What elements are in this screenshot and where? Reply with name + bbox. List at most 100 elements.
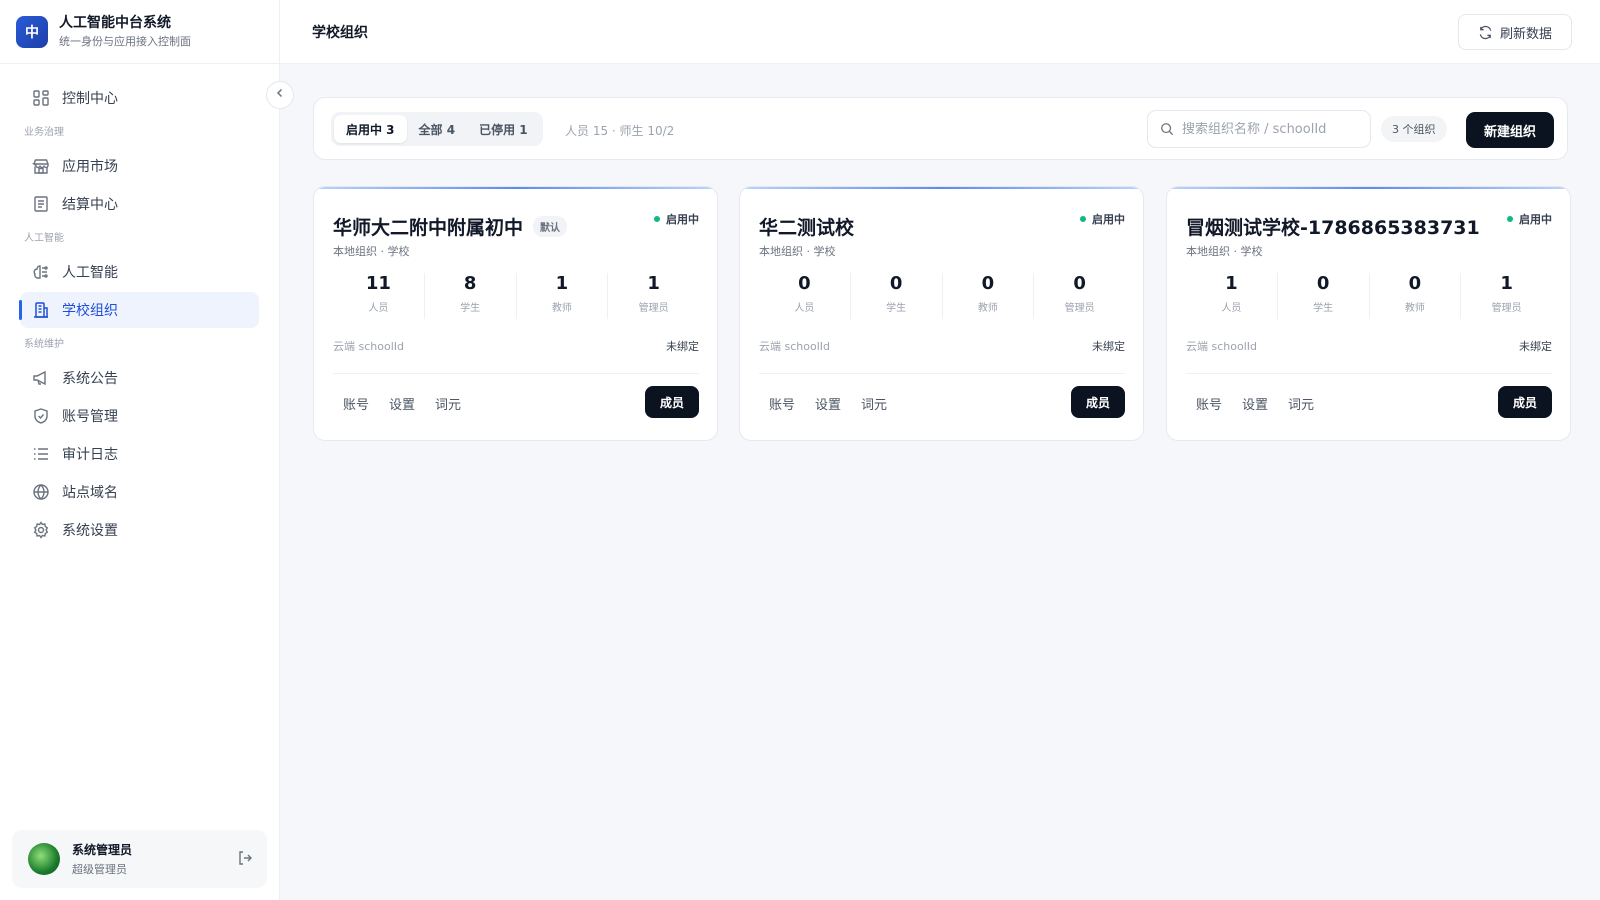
stat-label: 管理员 bbox=[638, 303, 669, 314]
search-icon bbox=[1161, 123, 1174, 136]
org-card: 华二测试校 启用中 本地组织 · 学校 0 人员 0 学生 0 教师 0 管理员 云端 … bbox=[739, 186, 1144, 441]
members-button[interactable]: 成员 bbox=[1498, 386, 1552, 418]
status-dot-icon bbox=[654, 216, 660, 222]
org-name: 华师大二附中附属初中 默认 bbox=[333, 213, 568, 240]
stat-teachers: 1 教师 bbox=[517, 273, 609, 319]
accounts-link[interactable]: 账号 bbox=[333, 391, 379, 421]
status-badge: 启用中 bbox=[1080, 211, 1125, 227]
new-org-button[interactable]: 新建组织 bbox=[1466, 112, 1554, 148]
brain-icon bbox=[32, 263, 50, 281]
org-stats: 1 人员 0 学生 0 教师 1 管理员 bbox=[1186, 273, 1552, 319]
org-name: 冒烟测试学校-1786865383731 bbox=[1186, 213, 1480, 240]
accounts-link[interactable]: 账号 bbox=[759, 391, 805, 421]
document-icon bbox=[32, 195, 50, 213]
tab-disabled[interactable]: 已停用 1 bbox=[467, 115, 540, 143]
stat-value: 0 bbox=[889, 273, 903, 294]
org-name-text: 华二测试校 bbox=[759, 217, 855, 239]
settings-link[interactable]: 设置 bbox=[805, 391, 851, 421]
shield-icon bbox=[32, 407, 50, 425]
sidebar-nav: 控制中心 业务治理 应用市场 结算中心 人工智能 人工智能 学校组织 系统维护 … bbox=[0, 64, 279, 548]
top-header: 学校组织 刷新数据 bbox=[280, 0, 1600, 64]
sidebar-item-dashboard[interactable]: 控制中心 bbox=[20, 80, 259, 116]
list-icon bbox=[32, 445, 50, 463]
logout-icon[interactable] bbox=[237, 850, 253, 870]
refresh-label: 刷新数据 bbox=[1499, 26, 1552, 42]
user-name: 系统管理员 bbox=[72, 843, 133, 857]
settings-link[interactable]: 设置 bbox=[379, 391, 425, 421]
stat-label: 管理员 bbox=[1491, 303, 1522, 314]
gear-icon bbox=[32, 521, 50, 539]
sidebar-item-settings[interactable]: 系统设置 bbox=[20, 512, 259, 548]
card-actions: 账号 设置 词元 bbox=[759, 391, 897, 421]
sidebar-item-label: 站点域名 bbox=[62, 485, 118, 501]
app-subtitle: 统一身份与应用接入控制面 bbox=[59, 34, 191, 48]
sidebar-item-app-market[interactable]: 应用市场 bbox=[20, 148, 259, 184]
org-card: 冒烟测试学校-1786865383731 启用中 本地组织 · 学校 1 人员 0… bbox=[1166, 186, 1571, 441]
sidebar-item-ai[interactable]: 人工智能 bbox=[20, 254, 259, 290]
building-icon bbox=[32, 301, 50, 319]
school-id-row: 云端 schoolId 未绑定 bbox=[759, 338, 1125, 354]
stat-value: 0 bbox=[798, 273, 811, 294]
refresh-button[interactable]: 刷新数据 bbox=[1458, 14, 1572, 50]
stat-teachers: 0 教师 bbox=[943, 273, 1035, 319]
sidebar-item-label: 结算中心 bbox=[62, 197, 118, 213]
stat-label: 教师 bbox=[977, 303, 998, 314]
stat-value: 1 bbox=[1225, 273, 1238, 294]
org-type: 本地组织 · 学校 bbox=[759, 245, 836, 258]
tab-enabled[interactable]: 启用中 3 bbox=[334, 115, 407, 143]
stat-people: 0 人员 bbox=[759, 273, 851, 319]
sidebar-item-billing[interactable]: 结算中心 bbox=[20, 186, 259, 222]
status-label: 启用中 bbox=[666, 213, 699, 226]
members-button[interactable]: 成员 bbox=[1071, 386, 1125, 418]
stat-label: 教师 bbox=[551, 303, 572, 314]
sidebar: 中 人工智能中台系统 统一身份与应用接入控制面 控制中心 业务治理 应用市场 结… bbox=[0, 0, 280, 900]
school-id-label: 云端 schoolId bbox=[333, 340, 404, 353]
org-count-badge: 3 个组织 bbox=[1381, 116, 1447, 142]
sidebar-item-label: 控制中心 bbox=[62, 91, 118, 107]
nav-section-ai: 人工智能 bbox=[24, 233, 64, 244]
status-badge: 启用中 bbox=[1507, 211, 1552, 227]
sidebar-item-label: 系统设置 bbox=[62, 523, 118, 539]
collapse-sidebar-button[interactable] bbox=[266, 81, 294, 109]
chevron-left-icon bbox=[274, 87, 286, 103]
app-logo: 中 bbox=[16, 15, 48, 48]
stat-people: 1 人员 bbox=[1186, 273, 1278, 319]
stat-value: 8 bbox=[463, 273, 477, 294]
org-stats: 11 人员 8 学生 1 教师 1 管理员 bbox=[333, 273, 699, 319]
sidebar-item-audit-log[interactable]: 审计日志 bbox=[20, 436, 259, 472]
megaphone-icon bbox=[32, 369, 50, 387]
globe-icon bbox=[32, 483, 50, 501]
nav-section-system: 系统维护 bbox=[24, 339, 64, 350]
search-box[interactable] bbox=[1147, 110, 1371, 148]
stat-label: 人员 bbox=[1221, 303, 1242, 314]
org-name: 华二测试校 bbox=[759, 213, 854, 240]
search-input[interactable] bbox=[1182, 121, 1362, 137]
settings-link[interactable]: 设置 bbox=[1232, 391, 1278, 421]
nav-section-business: 业务治理 bbox=[24, 127, 64, 138]
stat-value: 0 bbox=[1073, 273, 1086, 294]
filter-toolbar: 启用中 3 全部 4 已停用 1 人员 15 · 师生 10/2 3 个组织 新… bbox=[313, 97, 1568, 160]
stat-label: 管理员 bbox=[1064, 303, 1095, 314]
school-id-value: 未绑定 bbox=[666, 340, 699, 353]
stat-students: 0 学生 bbox=[1278, 273, 1370, 319]
sidebar-item-label: 账号管理 bbox=[62, 409, 118, 425]
tokens-link[interactable]: 词元 bbox=[851, 391, 897, 421]
stat-value: 11 bbox=[365, 273, 391, 294]
sidebar-item-school-org[interactable]: 学校组织 bbox=[19, 292, 259, 328]
sidebar-item-announcements[interactable]: 系统公告 bbox=[20, 360, 259, 396]
stat-admins: 1 管理员 bbox=[608, 273, 699, 319]
sidebar-item-label: 应用市场 bbox=[62, 159, 118, 175]
tab-all[interactable]: 全部 4 bbox=[407, 115, 468, 143]
tokens-link[interactable]: 词元 bbox=[425, 391, 471, 421]
sidebar-item-domains[interactable]: 站点域名 bbox=[20, 474, 259, 510]
accounts-link[interactable]: 账号 bbox=[1186, 391, 1232, 421]
stat-label: 学生 bbox=[1313, 303, 1334, 314]
sidebar-item-accounts[interactable]: 账号管理 bbox=[20, 398, 259, 434]
store-icon bbox=[32, 157, 50, 175]
card-actions: 账号 设置 词元 bbox=[333, 391, 471, 421]
status-label: 启用中 bbox=[1092, 213, 1125, 226]
user-role: 超级管理员 bbox=[72, 863, 127, 876]
tokens-link[interactable]: 词元 bbox=[1278, 391, 1324, 421]
members-button[interactable]: 成员 bbox=[645, 386, 699, 418]
app-title: 人工智能中台系统 bbox=[59, 14, 171, 31]
